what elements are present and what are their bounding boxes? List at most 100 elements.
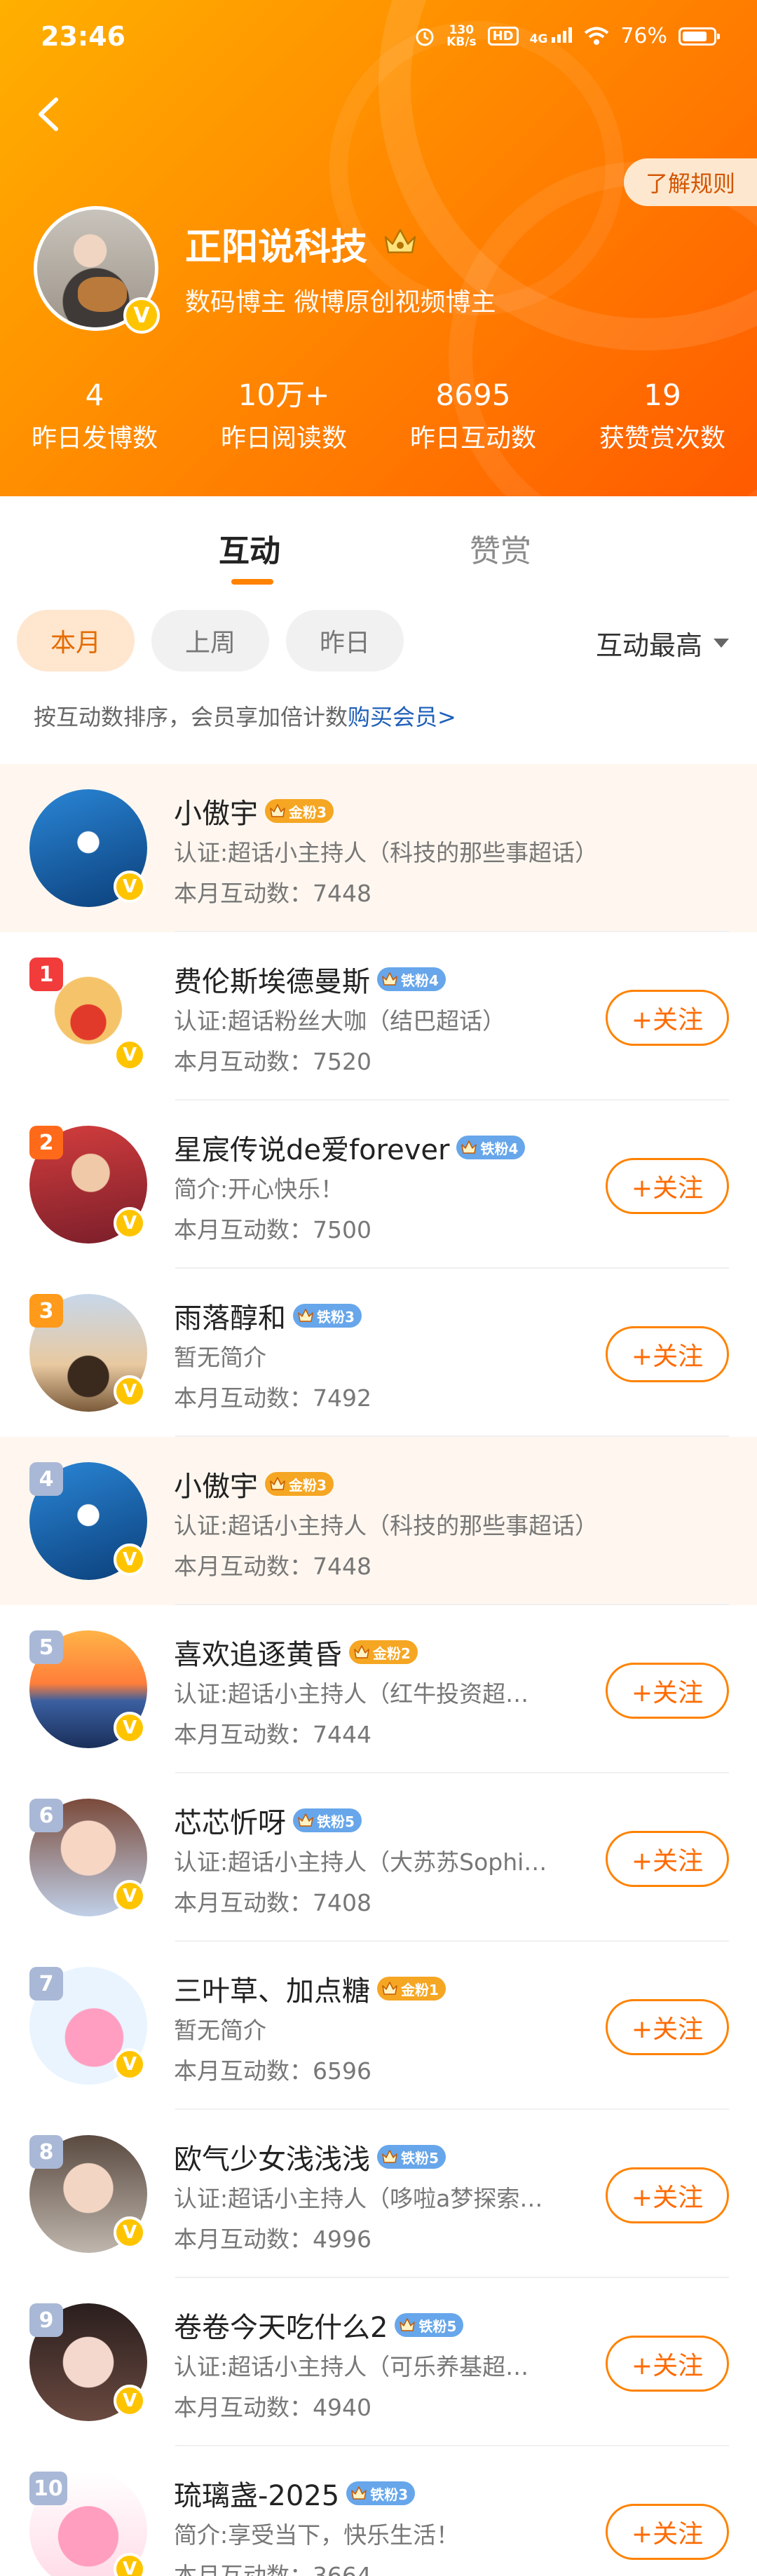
fan-level-label: 铁粉3 [317, 1308, 355, 1326]
user-bio: 认证:超话粉丝大咖（结巴超话） [174, 1007, 506, 1035]
signal-icon: 4G [530, 27, 573, 46]
list-item[interactable]: V 8 欧气少女浅浅浅 铁粉5 认证:超话小主持人（哆啦a梦探索… 本月互动数：4996 +… [0, 2110, 757, 2278]
user-name-line[interactable]: 星宸传说de爱forever 铁粉4 [174, 1127, 526, 1168]
user-bio: 认证:超话小主持人（科技的那些事超话） [174, 839, 599, 866]
user-name: 琉璃盏-2025 [174, 2480, 340, 2512]
follow-button[interactable]: +关注 [606, 2336, 729, 2392]
user-bio: 简介:开心快乐！ [174, 1175, 344, 1203]
list-item[interactable]: V 3 雨落醇和 铁粉3 暂无简介 本月互动数：7492 +关注 [0, 1269, 757, 1437]
stat-interactions: 8695 昨日互动数 [409, 378, 536, 453]
fan-level-label: 铁粉5 [317, 1813, 355, 1830]
user-name-line[interactable]: 费伦斯埃德曼斯 铁粉4 [174, 959, 446, 1000]
list-item[interactable]: V 2 星宸传说de爱forever 铁粉4 简介:开心快乐！ 本月互动数：7500 +关注 [0, 1100, 757, 1269]
fan-level-label: 铁粉5 [401, 2149, 439, 2167]
follow-button[interactable]: +关注 [606, 2504, 729, 2560]
hint-text: 按互动数排序，会员享加倍计数 [34, 704, 348, 730]
sort-dropdown[interactable]: 互动最高 [596, 624, 729, 662]
interaction-count: 本月互动数：7444 [174, 1721, 371, 1748]
list-item[interactable]: V 10 琉璃盏-2025 铁粉3 简介:享受当下，快乐生活！ 本月互动数：3664 +关注 [0, 2446, 757, 2576]
user-name-line[interactable]: 三叶草、加点糖 金粉1 [174, 1968, 446, 2009]
user-name-line[interactable]: 小傲宇 金粉3 [174, 791, 334, 831]
user-name: 雨落醇和 [174, 1302, 286, 1335]
list-item[interactable]: V 1 费伦斯埃德曼斯 铁粉4 认证:超话粉丝大咖（结巴超话） 本月互动数：7520 +关注 [0, 932, 757, 1100]
interaction-count: 本月互动数：4996 [174, 2226, 371, 2253]
fan-level-label: 铁粉5 [418, 2317, 457, 2335]
status-bar: 23:46 130 KB/s HD 4G 76% [0, 0, 757, 77]
rules-button[interactable]: 了解规则 [624, 158, 757, 206]
user-name-line[interactable]: 欧气少女浅浅浅 铁粉5 [174, 2137, 446, 2177]
user-bio: 简介:享受当下，快乐生活！ [174, 2521, 460, 2549]
verified-badge-icon: V [114, 1207, 146, 1239]
verified-badge-icon: V [114, 2216, 146, 2249]
list-item[interactable]: V 7 三叶草、加点糖 金粉1 暂无简介 本月互动数：6596 +关注 [0, 1942, 757, 2110]
ranking-list: V 小傲宇 金粉3 认证:超话小主持人（科技的那些事超话） 本月互动数：7448 V 1 费伦… [0, 764, 757, 2576]
fan-crown-icon [351, 2486, 367, 2500]
list-item[interactable]: V 4 小傲宇 金粉3 认证:超话小主持人（科技的那些事超话） 本月互动数：7448 [0, 1437, 757, 1605]
fan-level-badge: 铁粉4 [377, 967, 446, 991]
profile-header: 23:46 130 KB/s HD 4G 76% 了解规则 V 正阳说科技 数码博… [0, 0, 757, 496]
verified-badge-icon: V [114, 1039, 146, 1071]
verified-badge-icon: V [114, 1375, 146, 1408]
rank-badge: 9 [29, 2303, 63, 2337]
fan-level-badge: 金粉2 [349, 1640, 418, 1664]
dropdown-triangle-icon [714, 639, 729, 648]
rank-badge: 1 [29, 958, 63, 991]
fan-crown-icon [270, 1477, 285, 1490]
fan-crown-icon [382, 2150, 397, 2163]
filter-last-week[interactable]: 上周 [151, 610, 269, 672]
user-name-line[interactable]: 小傲宇 金粉3 [174, 1464, 334, 1504]
fan-crown-icon [354, 1645, 369, 1658]
stat-reads: 10万+ 昨日阅读数 [220, 378, 347, 453]
tab-bar: 互动 赞赏 [0, 496, 757, 594]
fan-level-label: 铁粉4 [401, 972, 439, 989]
alarm-icon [416, 28, 434, 46]
follow-button[interactable]: +关注 [606, 990, 729, 1046]
stat-posts: 4 昨日发博数 [31, 378, 158, 453]
sort-label: 互动最高 [595, 630, 702, 661]
list-item[interactable]: V 6 芯芯忻呀 铁粉5 认证:超话小主持人（大苏苏Sophi… 本月互动数：7408 +关… [0, 1773, 757, 1942]
buy-membership-link[interactable]: 购买会员> [348, 704, 456, 730]
fan-level-label: 金粉1 [401, 1981, 439, 1998]
fan-level-badge: 金粉1 [377, 1977, 446, 2001]
follow-button[interactable]: +关注 [606, 1999, 729, 2055]
rank-badge: 10 [29, 2472, 67, 2505]
user-name: 卷卷今天吃什么2 [174, 2312, 388, 2344]
user-name-line[interactable]: 雨落醇和 铁粉3 [174, 1295, 362, 1336]
user-bio: 认证:超话小主持人（科技的那些事超话） [174, 1512, 599, 1539]
tab-reward[interactable]: 赞赏 [470, 526, 531, 571]
interaction-count: 本月互动数：4940 [174, 2394, 371, 2421]
interaction-count: 本月互动数：7500 [174, 1216, 371, 1243]
list-item[interactable]: V 5 喜欢追逐黄昏 金粉2 认证:超话小主持人（红牛投资超… 本月互动数：7444 +关注 [0, 1605, 757, 1773]
fan-level-label: 铁粉3 [370, 2486, 409, 2503]
verified-badge-icon: V [114, 2385, 146, 2417]
filter-bar: 本月 上周 昨日 互动最高 [0, 610, 757, 673]
follow-button[interactable]: +关注 [606, 1663, 729, 1719]
tab-interaction[interactable]: 互动 [219, 526, 280, 571]
rank-badge: 4 [29, 1462, 63, 1496]
tab-indicator [231, 579, 273, 585]
user-name-line[interactable]: 喜欢追逐黄昏 金粉2 [174, 1632, 418, 1672]
follow-button[interactable]: +关注 [606, 2167, 729, 2223]
list-item[interactable]: V 9 卷卷今天吃什么2 铁粉5 认证:超话小主持人（可乐养基超… 本月互动数：4940 +… [0, 2278, 757, 2446]
user-name: 喜欢追逐黄昏 [174, 1639, 342, 1671]
interaction-count: 本月互动数：7448 [174, 1553, 371, 1580]
filter-this-month[interactable]: 本月 [17, 610, 135, 672]
follow-button[interactable]: +关注 [606, 1158, 729, 1214]
fan-level-badge: 金粉3 [265, 1472, 334, 1496]
follow-button[interactable]: +关注 [606, 1326, 729, 1382]
user-bio: 暂无简介 [174, 2017, 266, 2044]
user-bio: 认证:超话小主持人（可乐养基超… [174, 2353, 529, 2380]
fan-crown-icon [298, 1813, 313, 1827]
list-item[interactable]: V 小傲宇 金粉3 认证:超话小主持人（科技的那些事超话） 本月互动数：7448 [0, 764, 757, 932]
follow-button[interactable]: +关注 [606, 1831, 729, 1887]
filter-yesterday[interactable]: 昨日 [286, 610, 404, 672]
user-name-line[interactable]: 琉璃盏-2025 铁粉3 [174, 2473, 416, 2514]
back-arrow-icon[interactable] [25, 90, 74, 139]
user-bio: 认证:超话小主持人（哆啦a梦探索… [174, 2185, 543, 2212]
user-name-line[interactable]: 芯芯忻呀 铁粉5 [174, 1800, 362, 1841]
wifi-icon [585, 27, 609, 45]
verified-badge-icon: V [114, 871, 146, 903]
fan-crown-icon [270, 804, 285, 817]
user-name: 三叶草、加点糖 [174, 1975, 370, 2008]
user-name-line[interactable]: 卷卷今天吃什么2 铁粉5 [174, 2305, 464, 2345]
